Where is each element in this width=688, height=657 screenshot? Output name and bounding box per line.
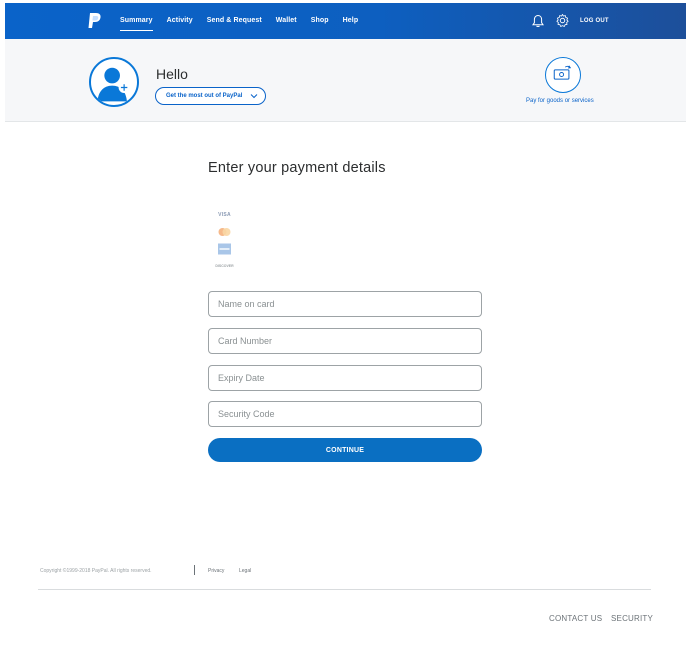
mastercard-logo [212,225,237,239]
nav-wallet[interactable]: Wallet [276,3,297,39]
visa-logo-text: VISA [218,212,231,218]
privacy-link[interactable]: Privacy [208,568,224,574]
legal-link[interactable]: Legal [239,568,251,574]
nav-summary[interactable]: Summary [120,3,153,39]
nav-activity[interactable]: Activity [167,3,193,39]
user-silhouette-icon [97,67,130,102]
nav-shop[interactable]: Shop [311,3,329,39]
send-money-icon [553,65,572,80]
card-number-field[interactable] [208,328,482,354]
top-nav-bar: Summary Activity Send & Request Wallet S… [5,3,686,39]
bell-icon[interactable] [532,14,544,28]
mastercard-icon [218,228,231,236]
contact-us-link[interactable]: CONTACT US [549,614,602,623]
accepted-cards: VISA DISCOVER [212,208,237,276]
security-code-field[interactable] [208,401,482,427]
pay-goods-label[interactable]: Pay for goods or services [526,98,594,104]
footer-divider [38,589,651,590]
amex-logo [212,242,237,256]
footer-separator [194,565,195,575]
security-link[interactable]: SECURITY [611,614,653,623]
pay-goods-button[interactable] [545,57,581,93]
discover-logo: DISCOVER [212,259,237,273]
get-most-button[interactable]: Get the most out of PayPal [155,87,266,105]
amex-icon [218,243,231,255]
chevron-down-icon [250,94,258,99]
visa-logo: VISA [212,208,237,222]
avatar[interactable] [89,57,139,107]
main-nav: Summary Activity Send & Request Wallet S… [120,3,372,39]
get-most-label: Get the most out of PayPal [166,93,243,99]
gear-icon[interactable] [555,13,570,28]
logout-link[interactable]: LOG OUT [580,3,609,39]
discover-logo-text: DISCOVER [215,264,234,268]
hello-greeting: Hello [156,66,188,82]
copyright-text: Copyright ©1999-2018 PayPal. All rights … [40,568,152,574]
nav-send-request[interactable]: Send & Request [207,3,262,39]
expiry-date-field[interactable] [208,365,482,391]
page-title: Enter your payment details [208,160,386,176]
continue-button[interactable]: CONTINUE [208,438,482,462]
name-on-card-field[interactable] [208,291,482,317]
nav-help[interactable]: Help [343,3,359,39]
paypal-logo-icon[interactable] [88,12,102,29]
